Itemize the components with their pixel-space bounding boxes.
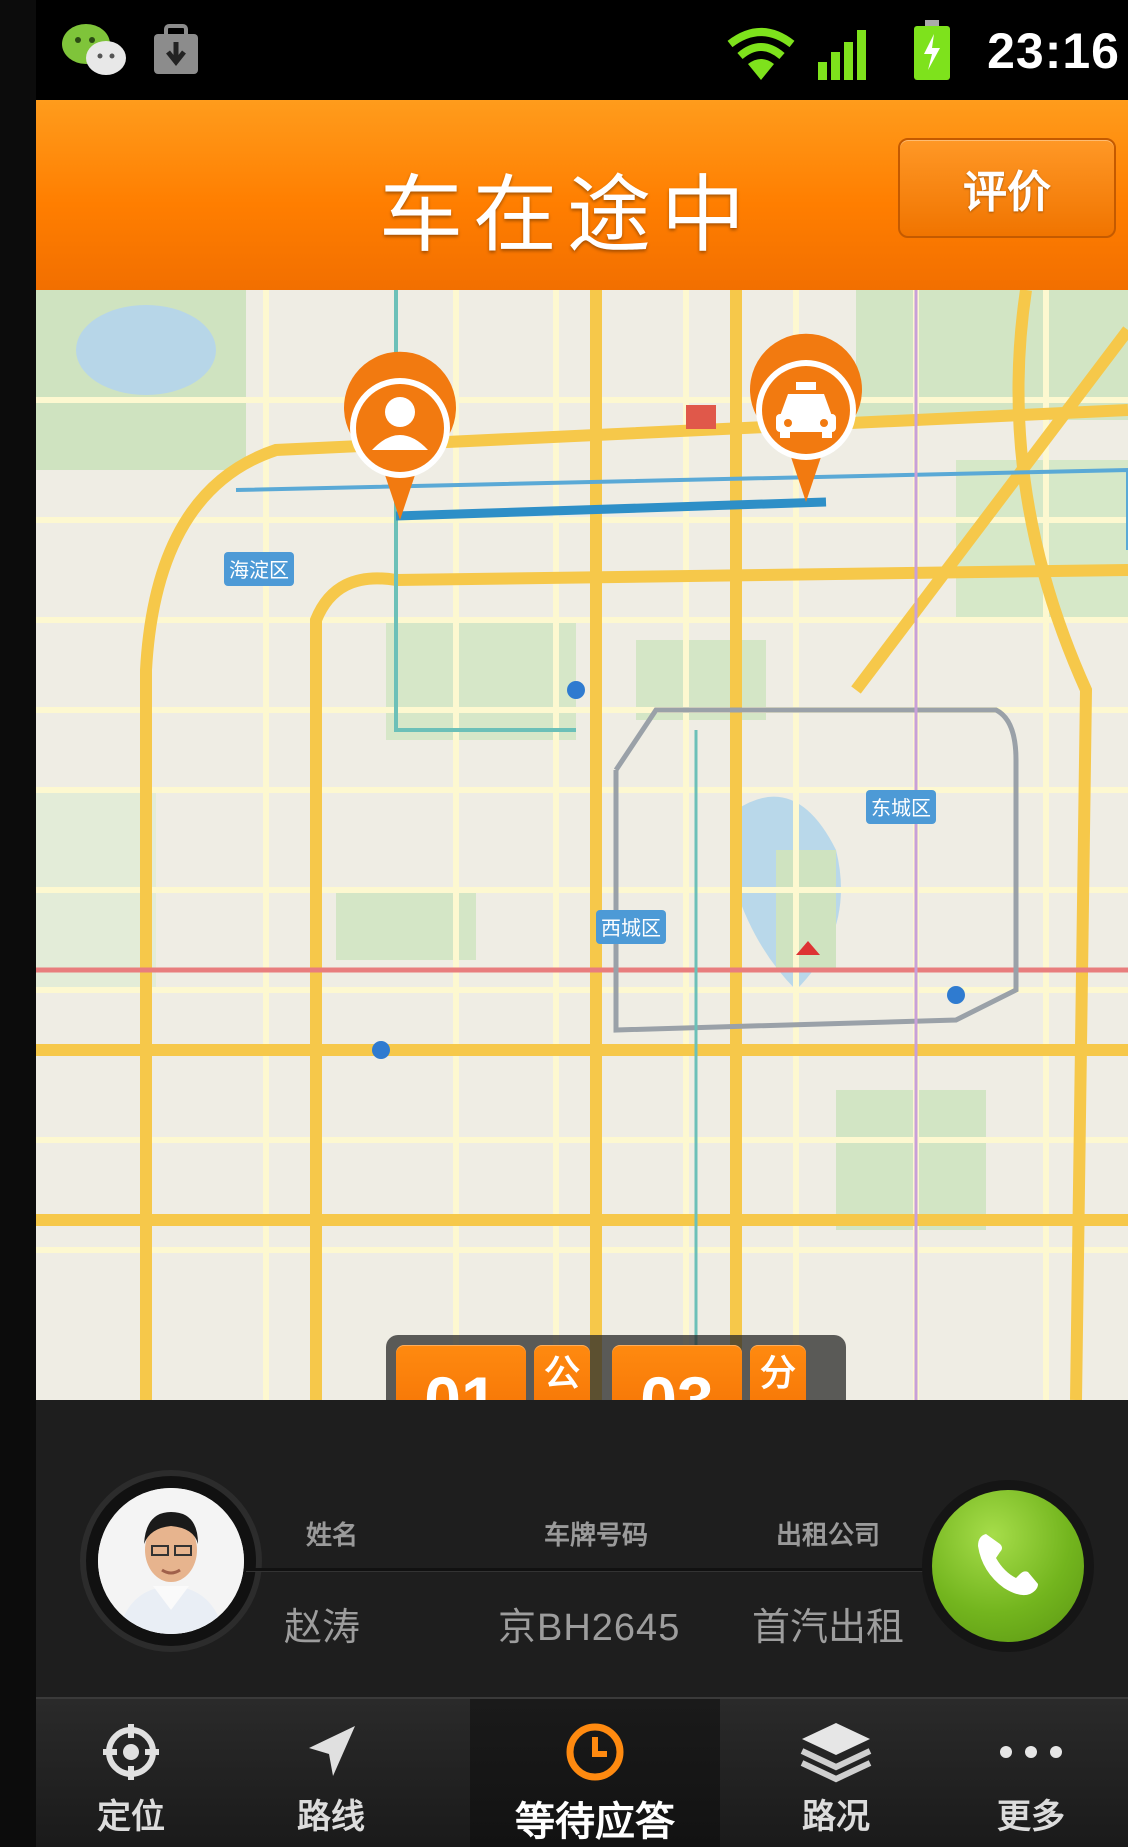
driver-name: 赵涛 (284, 1605, 361, 1649)
tab-more[interactable]: 更多 (956, 1699, 1106, 1847)
locate-icon (101, 1721, 161, 1783)
svg-text:海淀区: 海淀区 (229, 558, 289, 582)
tab-route[interactable]: 路线 (256, 1699, 406, 1847)
download-icon (148, 22, 204, 82)
poi-dot (372, 1041, 390, 1059)
map-canvas[interactable]: 海淀区 东城区 西城区 (36, 290, 1128, 1400)
divider (246, 1568, 986, 1572)
tab-traffic[interactable]: 路况 (756, 1699, 916, 1847)
battery-charging-icon (912, 20, 952, 86)
map-view[interactable]: 海淀区 东城区 西城区 (36, 290, 1128, 1400)
tab-locate[interactable]: 定位 (56, 1699, 206, 1847)
taxi-company: 首汽出租 (752, 1605, 905, 1649)
svg-text:东城区: 东城区 (871, 796, 931, 820)
tab-waiting-response[interactable]: 等待应答 (470, 1699, 720, 1847)
wechat-icon (58, 18, 130, 86)
passenger-marker[interactable] (344, 351, 457, 520)
phone-icon (968, 1524, 1048, 1608)
route-arrow-icon (301, 1721, 361, 1783)
poi-dot (567, 681, 585, 699)
district-label-xicheng: 西城区 (596, 910, 666, 944)
poi-marker (686, 405, 716, 429)
plate-number: 京BH2645 (498, 1607, 681, 1649)
app-header: 车在途中 评价 (36, 100, 1128, 290)
driver-name-label: 姓名 (306, 1521, 359, 1551)
avatar (98, 1488, 244, 1634)
clock-icon (564, 1721, 626, 1783)
driver-info-panel: 姓名 车牌号码 出租公司 赵涛 京BH2645 首汽出租 (36, 1400, 1128, 1697)
call-button[interactable] (932, 1490, 1084, 1642)
driver-avatar-frame (80, 1470, 262, 1652)
signal-icon (816, 24, 876, 86)
poi-dot (947, 986, 965, 1004)
route-line (395, 497, 827, 521)
status-bar: 23:16 (36, 0, 1128, 100)
call-button-frame (922, 1480, 1094, 1652)
company-label: 出租公司 (776, 1521, 881, 1551)
svg-text:西城区: 西城区 (601, 916, 661, 940)
layers-icon (798, 1721, 874, 1783)
app-screen: 23:16 车在途中 评价 海淀区 东城区 西城区 公 分 姓名 车牌号码 出租… (36, 0, 1128, 1847)
more-icon (996, 1721, 1066, 1783)
status-time: 23:16 (987, 23, 1120, 79)
rate-button[interactable]: 评价 (898, 138, 1116, 238)
wifi-icon (726, 26, 796, 86)
district-label-haidian: 海淀区 (224, 552, 294, 586)
bottom-tab-bar: 定位 路线 等待应答 路况 更多 (36, 1697, 1128, 1847)
district-label-dongcheng: 东城区 (866, 790, 936, 824)
plate-label: 车牌号码 (544, 1521, 649, 1551)
